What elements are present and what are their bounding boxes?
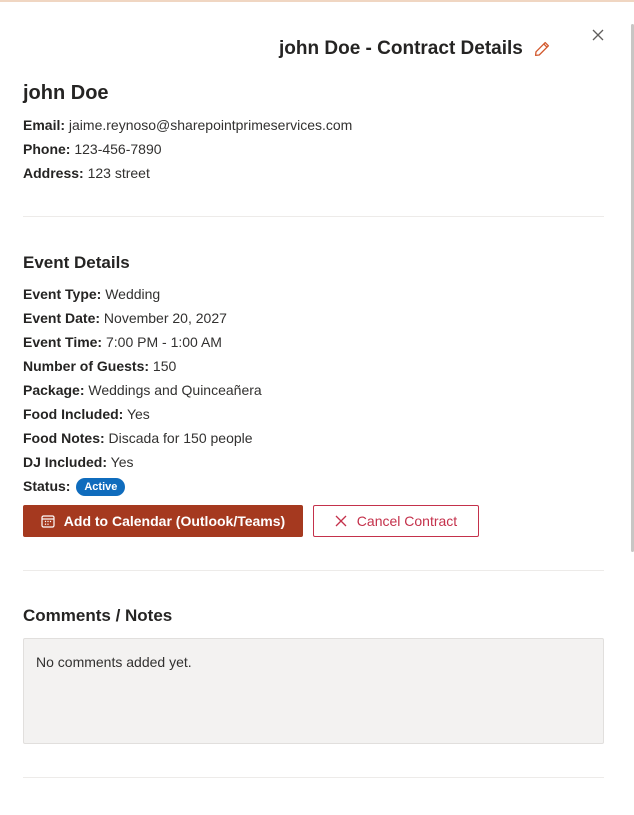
food-included-value: Yes	[126, 406, 150, 422]
event-date-value: November 20, 2027	[103, 310, 227, 326]
divider	[23, 216, 604, 217]
client-name: john Doe	[23, 82, 109, 104]
divider	[23, 570, 604, 571]
dj-included-row: DJ Included: Yes	[23, 450, 604, 474]
package-row: Package: Weddings and Quinceañera	[23, 378, 604, 402]
event-time-value: 7:00 PM - 1:00 AM	[106, 334, 222, 350]
comments-heading: Comments / Notes	[23, 606, 173, 625]
guests-row: Number of Guests: 150	[23, 354, 604, 378]
cancel-contract-label: Cancel Contract	[356, 513, 458, 529]
address-label: Address:	[23, 165, 84, 181]
status-label: Status:	[23, 478, 71, 494]
event-date-row: Event Date: November 20, 2027	[23, 306, 604, 330]
event-date-label: Event Date:	[23, 310, 101, 326]
client-section: john Doe Email: jaime.reynoso@sharepoint…	[23, 82, 604, 185]
food-included-row: Food Included: Yes	[23, 402, 604, 426]
close-icon	[592, 29, 604, 41]
food-notes-value: Discada for 150 people	[108, 430, 253, 446]
food-included-label: Food Included:	[23, 406, 124, 422]
package-value: Weddings and Quinceañera	[88, 382, 262, 398]
client-email-row: Email: jaime.reynoso@sharepointprimeserv…	[23, 113, 604, 137]
divider	[23, 777, 604, 778]
close-button[interactable]	[588, 25, 608, 45]
phone-label: Phone:	[23, 141, 71, 157]
address-value: 123 street	[87, 165, 150, 181]
x-icon	[335, 515, 347, 527]
food-notes-row: Food Notes: Discada for 150 people	[23, 426, 604, 450]
event-time-row: Event Time: 7:00 PM - 1:00 AM	[23, 330, 604, 354]
email-value: jaime.reynoso@sharepointprimeservices.co…	[68, 117, 353, 133]
client-phone-row: Phone: 123-456-7890	[23, 137, 604, 161]
status-badge: Active	[76, 478, 126, 496]
event-details-heading: Event Details	[23, 253, 130, 272]
cancel-contract-button[interactable]: Cancel Contract	[313, 505, 479, 537]
add-to-calendar-label: Add to Calendar (Outlook/Teams)	[63, 513, 286, 529]
scrollbar-track[interactable]	[630, 2, 634, 815]
dj-included-label: DJ Included:	[23, 454, 108, 470]
package-label: Package:	[23, 382, 85, 398]
dj-included-value: Yes	[110, 454, 134, 470]
action-buttons: Add to Calendar (Outlook/Teams) Cancel C…	[23, 505, 479, 537]
comments-section: Comments / Notes	[23, 606, 604, 626]
email-label: Email:	[23, 117, 66, 133]
food-notes-label: Food Notes:	[23, 430, 105, 446]
event-details-section: Event Details Event Type: Wedding Event …	[23, 253, 604, 498]
event-time-label: Event Time:	[23, 334, 103, 350]
edit-button[interactable]	[533, 40, 551, 58]
guests-label: Number of Guests:	[23, 358, 150, 374]
event-type-label: Event Type:	[23, 286, 102, 302]
status-row: Status: Active	[23, 474, 604, 498]
client-address-row: Address: 123 street	[23, 161, 604, 185]
event-type-row: Event Type: Wedding	[23, 282, 604, 306]
guests-value: 150	[152, 358, 177, 374]
phone-value: 123-456-7890	[74, 141, 162, 157]
event-type-value: Wedding	[105, 286, 161, 302]
pencil-icon	[534, 41, 549, 57]
panel-header: john Doe - Contract Details	[279, 38, 551, 60]
add-to-calendar-button[interactable]: Add to Calendar (Outlook/Teams)	[23, 505, 303, 537]
calendar-icon	[41, 515, 55, 528]
comments-empty-text: No comments added yet.	[36, 654, 192, 670]
comments-box: No comments added yet.	[23, 638, 604, 744]
panel-title: john Doe - Contract Details	[279, 38, 523, 59]
